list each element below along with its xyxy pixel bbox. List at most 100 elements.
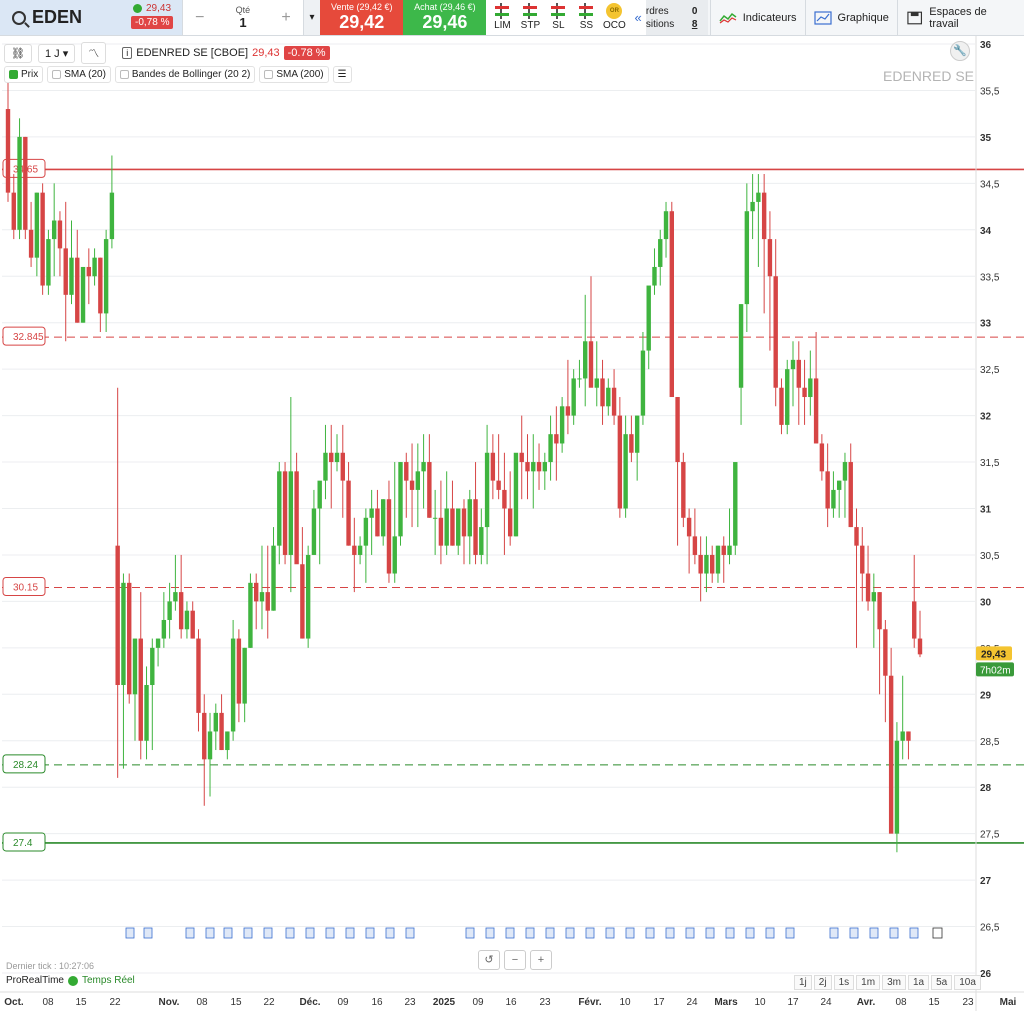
settings-wrench-icon[interactable]: 🔧 — [950, 41, 970, 61]
order-type-oco[interactable]: OR OCO — [602, 3, 626, 35]
period-5a[interactable]: 5a — [931, 975, 953, 990]
timeframe-select[interactable]: 1 J ▾ — [37, 43, 76, 63]
candle-body — [871, 592, 877, 602]
x-tick-label: 23 — [404, 997, 416, 1008]
info-event-icon — [932, 927, 943, 939]
y-tick-label: 33,5 — [980, 272, 1000, 283]
x-tick-label: Oct. — [4, 997, 24, 1008]
sell-button[interactable]: Vente (29,42 €) 29,42 — [320, 0, 404, 35]
x-tick-label: 15 — [230, 997, 242, 1008]
candle-body — [531, 462, 536, 472]
legend-item-sma200[interactable]: SMA (200) — [259, 66, 329, 83]
y-tick-label: 31 — [980, 505, 992, 516]
zoom-in-icon[interactable]: + — [530, 950, 552, 970]
stop-suiveur-icon — [578, 3, 594, 19]
positions-label: sitions — [645, 19, 675, 30]
candle-body — [132, 638, 138, 695]
link-icon[interactable]: ⛓ — [4, 43, 32, 63]
candle-body — [669, 211, 674, 398]
zoom-controls: ↺ − + — [478, 950, 552, 970]
last-price-label: 29,43 — [981, 649, 1006, 660]
price-levels: 34.6532.84530.1528.2427.4 — [2, 158, 1024, 852]
candle-body — [698, 554, 703, 574]
candle-body — [917, 638, 923, 655]
legend-item-price[interactable]: Prix — [4, 66, 44, 83]
order-type-sl[interactable]: SL — [546, 3, 570, 35]
toggle-icon[interactable] — [264, 70, 274, 79]
candle-body — [305, 554, 311, 639]
y-tick-label: 33 — [980, 319, 992, 330]
y-tick-label: 35,5 — [980, 86, 1000, 97]
news-event-icon — [545, 927, 555, 939]
minus-icon[interactable]: − — [195, 9, 204, 27]
period-1m[interactable]: 1m — [856, 975, 881, 990]
toggle-icon[interactable] — [9, 70, 18, 79]
candle-body — [225, 731, 230, 751]
legend-item-sma20[interactable]: SMA (20) — [47, 66, 111, 83]
period-2j[interactable]: 2j — [813, 975, 832, 990]
period-1j[interactable]: 1j — [794, 975, 812, 990]
candle-body — [392, 536, 397, 574]
stop-order-icon — [522, 3, 538, 19]
x-tick-label: 10 — [754, 997, 766, 1008]
candle-body — [796, 359, 801, 388]
candle-body — [357, 545, 363, 555]
timeframe-label: 1 J — [44, 47, 60, 60]
price-chart[interactable]: 34.6532.84530.1528.2427.4 3635,53534,534… — [0, 36, 1024, 1011]
zoom-out-icon[interactable]: − — [504, 950, 526, 970]
order-type-stp[interactable]: STP — [518, 3, 542, 35]
chevron-down-icon[interactable]: ▾ — [302, 0, 321, 35]
x-tick-label: 15 — [75, 997, 87, 1008]
toggle-icon[interactable] — [52, 70, 62, 79]
workspace-button[interactable]: Espaces de travail — [896, 0, 1024, 35]
order-type-ss[interactable]: SS — [574, 3, 598, 35]
x-tick-label: 08 — [895, 997, 907, 1008]
toggle-icon[interactable] — [119, 70, 129, 79]
realtime-dot-icon — [67, 975, 78, 986]
candle-body — [346, 480, 351, 546]
candle-body — [461, 508, 467, 537]
candle-body — [363, 517, 369, 546]
reset-icon[interactable]: ↺ — [478, 950, 500, 970]
period-3m[interactable]: 3m — [882, 975, 906, 990]
candle-body — [28, 229, 34, 258]
candle-body — [767, 239, 773, 277]
x-tick-label: 23 — [962, 997, 974, 1008]
orders-positions-summary[interactable]: rdres 0 sitions 8 — [645, 0, 708, 35]
news-event-icon — [305, 927, 315, 939]
candle-body — [652, 266, 657, 286]
chart-style-icon[interactable]: 〽 — [81, 42, 107, 64]
plus-icon[interactable]: + — [281, 9, 290, 27]
legend-item-bollinger[interactable]: Bandes de Bollinger (20 2) — [114, 66, 256, 83]
indicators-button[interactable]: Indicateurs — [709, 0, 805, 35]
news-event-icon — [909, 927, 919, 939]
period-1a[interactable]: 1a — [907, 975, 930, 990]
news-event-icon — [625, 927, 635, 939]
candle-body — [865, 573, 871, 602]
symbol-search[interactable]: EDEN 29,43 -0,78 % — [0, 0, 183, 35]
y-tick-label: 30 — [980, 597, 992, 608]
order-type-label: SS — [579, 20, 594, 31]
candle-body — [750, 201, 755, 212]
period-1s[interactable]: 1s — [833, 975, 855, 990]
candle-body — [438, 517, 444, 546]
candle-body — [744, 211, 750, 305]
quantity-stepper[interactable]: − Qté 1 + — [182, 0, 303, 35]
candle-body — [138, 638, 143, 741]
candle-body — [271, 545, 276, 611]
legend-list-icon[interactable]: ☰ — [332, 66, 352, 83]
quantity-value[interactable]: 1 — [236, 15, 251, 30]
candle-body — [92, 257, 97, 277]
buy-button[interactable]: Achat (29,46 €) 29,46 — [403, 0, 487, 35]
order-type-lim[interactable]: LIM — [490, 3, 514, 35]
quantity-label: Qté — [235, 5, 251, 15]
collapse-panel-icon[interactable]: « — [630, 0, 646, 35]
candle-body — [5, 109, 11, 193]
chart-button[interactable]: Graphique — [804, 0, 897, 35]
y-tick-label: 28,5 — [980, 737, 1000, 748]
candle-body — [513, 452, 519, 537]
candle-body — [300, 564, 305, 639]
info-icon[interactable]: i — [122, 47, 133, 59]
period-10a[interactable]: 10a — [954, 975, 981, 990]
y-tick-label: 36 — [980, 40, 992, 51]
